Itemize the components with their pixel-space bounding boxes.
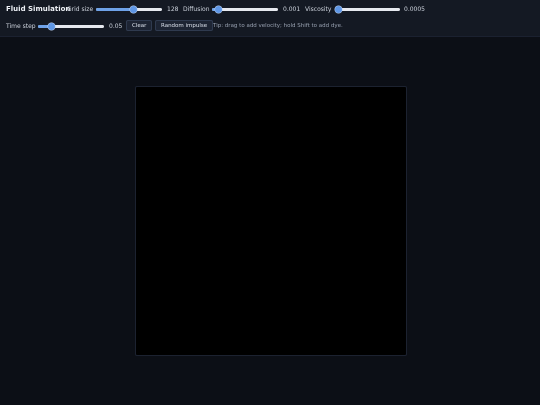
time-step-slider[interactable]: [38, 18, 104, 34]
viscosity-value: 0.0005: [404, 5, 425, 13]
viscosity-slider[interactable]: [335, 1, 400, 17]
diffusion-value: 0.001: [283, 5, 301, 13]
random-impulse-button[interactable]: Random impulse: [155, 20, 214, 31]
app-title: Fluid Simulation: [6, 5, 71, 13]
diffusion-thumb[interactable]: [215, 5, 223, 13]
grid-size-label: Grid size: [67, 5, 94, 13]
time-step-track: [38, 22, 104, 30]
time-step-value: 0.05: [109, 22, 123, 30]
toolbar-row-bottom: Time step 0.05 Clear Random impulse Tip:…: [0, 18, 540, 34]
grid-size-value: 128: [167, 5, 179, 13]
viscosity-thumb[interactable]: [335, 5, 343, 13]
viscosity-label: Viscosity: [305, 5, 332, 13]
diffusion-label: Diffusion: [183, 5, 210, 13]
diffusion-slider[interactable]: [212, 1, 278, 17]
time-step-thumb[interactable]: [47, 22, 55, 30]
tip-text: Tip: drag to add velocity; hold Shift to…: [213, 23, 343, 29]
simulation-canvas[interactable]: [135, 86, 407, 356]
toolbar-row-top: Fluid Simulation Grid size 128 Diffusion…: [0, 1, 540, 17]
grid-size-thumb[interactable]: [130, 5, 138, 13]
grid-size-slider[interactable]: [96, 1, 162, 17]
viscosity-track: [335, 5, 400, 13]
grid-size-track: [96, 5, 162, 13]
clear-button[interactable]: Clear: [126, 20, 153, 31]
time-step-label: Time step: [6, 22, 36, 30]
toolbar: Fluid Simulation Grid size 128 Diffusion…: [0, 0, 540, 37]
diffusion-track: [212, 5, 278, 13]
grid-size-fill: [96, 7, 134, 11]
